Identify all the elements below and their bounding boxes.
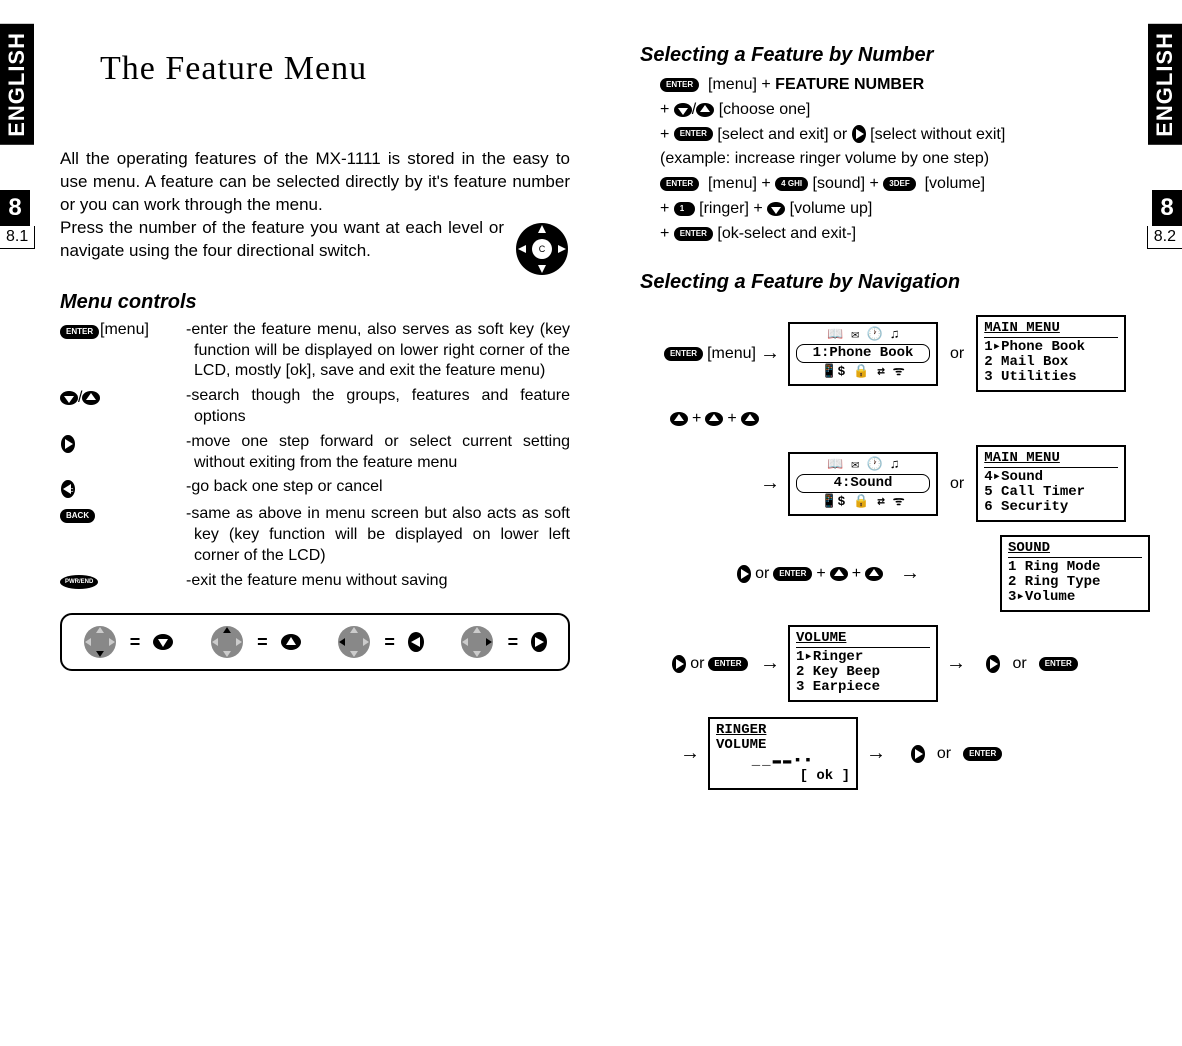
key-equivalence-legend: = = = =: [60, 613, 570, 671]
down-arrow-icon: [153, 634, 173, 650]
flow-arrow-icon: →: [760, 472, 780, 495]
control-desc: -go back one step or cancel: [190, 477, 570, 500]
flow-arrow-icon: →: [866, 742, 886, 765]
lcd-main-menu-2: MAIN MENU 4▸Sound 5 Call Timer 6 Securit…: [976, 445, 1126, 522]
step-line: + / [choose one]: [660, 98, 1150, 123]
lcd-sound-menu: SOUND 1 Ring Mode 2 Ring Type 3▸Volume: [1000, 535, 1150, 612]
up-arrow-icon: [82, 391, 100, 405]
left-arrow-icon: [408, 632, 424, 652]
up-arrow-icon: [696, 103, 714, 117]
selecting-by-navigation-heading: Selecting a Feature by Navigation: [640, 271, 1150, 294]
right-arrow-icon: [986, 655, 1000, 673]
language-tab-right: ENGLISH: [1148, 24, 1182, 145]
right-arrow-icon: [911, 745, 925, 763]
up-arrow-icon: [281, 634, 301, 650]
menu-controls-heading: Menu controls: [60, 291, 570, 314]
step-line: ENTER [menu] + FEATURE NUMBER: [660, 73, 1150, 98]
down-arrow-icon: [767, 202, 785, 216]
intro-paragraph-1: All the operating features of the MX-111…: [60, 148, 570, 217]
up-arrow-icon: [705, 412, 723, 426]
lcd-main-menu-1: MAIN MENU 1▸Phone Book 2 Mail Box 3 Util…: [976, 315, 1126, 392]
intro-paragraph-2: Press the number of the feature you want…: [60, 217, 570, 263]
selecting-by-number-heading: Selecting a Feature by Number: [640, 44, 1150, 67]
control-row-pwr: PWR/END -exit the feature menu without s…: [60, 571, 570, 594]
lcd-sound-iconview: 📖 ✉ 🕐 ♫ 4:Sound 📱$ 🔒 ⇄ ᯤ: [788, 452, 938, 516]
enter-key-icon: ENTER: [660, 177, 699, 191]
step-line: ENTER [menu] + 4 GHI [sound] + 3DEF [vol…: [660, 172, 1150, 197]
control-desc: -same as above in menu screen but also a…: [190, 504, 570, 566]
flow-arrow-icon: →: [760, 342, 780, 365]
quad-right-icon: [460, 625, 494, 659]
quad-left-icon: [337, 625, 371, 659]
enter-key-icon: ENTER: [1039, 657, 1078, 671]
directional-switch-illustration: C: [514, 221, 570, 277]
back-key-icon: BACK: [60, 509, 95, 523]
step-line: (example: increase ringer volume by one …: [660, 147, 1150, 172]
enter-key-icon: ENTER: [674, 227, 713, 241]
control-row-back: BACK -same as above in menu screen but a…: [60, 504, 570, 566]
down-arrow-icon: [60, 391, 78, 405]
up-arrow-icon: [830, 567, 848, 581]
flow-arrow-icon: →: [680, 742, 700, 765]
flow-arrow-icon: →: [900, 562, 920, 585]
control-label: [menu]: [100, 320, 190, 382]
up-arrow-icon: [741, 412, 759, 426]
navigation-flow-diagram: ENTER [menu] → 📖 ✉ 🕐 ♫ 1:Phone Book 📱$ 🔒…: [640, 314, 1150, 794]
enter-key-icon: ENTER: [963, 747, 1002, 761]
enter-key-icon: ENTER: [60, 325, 99, 339]
chapter-number-left: 8: [0, 190, 30, 226]
step-line: + ENTER [ok-select and exit-]: [660, 222, 1150, 247]
enter-key-icon: ENTER: [708, 657, 747, 671]
svg-text:c: c: [70, 487, 74, 494]
control-row-left: c -go back one step or cancel: [60, 477, 570, 500]
right-page: Selecting a Feature by Number ENTER [men…: [640, 30, 1150, 804]
page-title: The Feature Menu: [100, 50, 570, 88]
control-desc: -exit the feature menu without saving: [190, 571, 570, 594]
chapter-number-right: 8: [1152, 190, 1182, 226]
lcd-volume-menu: VOLUME 1▸Ringer 2 Key Beep 3 Earpiece: [788, 625, 938, 702]
enter-key-icon: ENTER: [660, 78, 699, 92]
control-desc: -enter the feature menu, also serves as …: [190, 320, 570, 382]
enter-key-icon: ENTER: [664, 347, 703, 361]
pwr-end-key-icon: PWR/END: [60, 575, 98, 589]
up-arrow-icon: [670, 412, 688, 426]
key-3-icon: 3DEF: [883, 177, 915, 191]
enter-key-icon: ENTER: [773, 567, 812, 581]
control-row-right: -move one step forward or select current…: [60, 432, 570, 474]
right-arrow-icon: [672, 655, 686, 673]
lcd-phonebook-iconview: 📖 ✉ 🕐 ♫ 1:Phone Book 📱$ 🔒 ⇄ ᯤ: [788, 322, 938, 386]
right-arrow-icon: [852, 125, 866, 143]
language-tab-left: ENGLISH: [0, 24, 34, 145]
control-desc: -move one step forward or select current…: [190, 432, 570, 474]
quad-down-icon: [83, 625, 117, 659]
svg-text:C: C: [539, 244, 546, 254]
left-arrow-icon: c: [60, 480, 76, 498]
lcd-ringer-volume: RINGER VOLUME __▬▬▪▪ [ ok ]: [708, 717, 858, 791]
flow-arrow-icon: →: [760, 652, 780, 675]
right-arrow-icon: [531, 632, 547, 652]
down-arrow-icon: [674, 103, 692, 117]
quad-up-icon: [210, 625, 244, 659]
page-number-left: 8.1: [0, 226, 35, 249]
right-arrow-icon: [60, 435, 76, 453]
control-desc: -search though the groups, features and …: [190, 386, 570, 428]
up-arrow-icon: [865, 567, 883, 581]
key-1-icon: 1: [674, 202, 695, 216]
step-line: + 1 [ringer] + [volume up]: [660, 197, 1150, 222]
control-row-updown: / -search though the groups, features an…: [60, 386, 570, 428]
left-page: The Feature Menu All the operating featu…: [60, 30, 570, 671]
page-number-right: 8.2: [1147, 226, 1182, 249]
flow-arrow-icon: →: [946, 652, 966, 675]
key-4-icon: 4 GHI: [775, 177, 808, 191]
step-line: + ENTER [select and exit] or [select wit…: [660, 123, 1150, 148]
control-row-enter: ENTER [menu] -enter the feature menu, al…: [60, 320, 570, 382]
right-arrow-icon: [737, 565, 751, 583]
enter-key-icon: ENTER: [674, 127, 713, 141]
